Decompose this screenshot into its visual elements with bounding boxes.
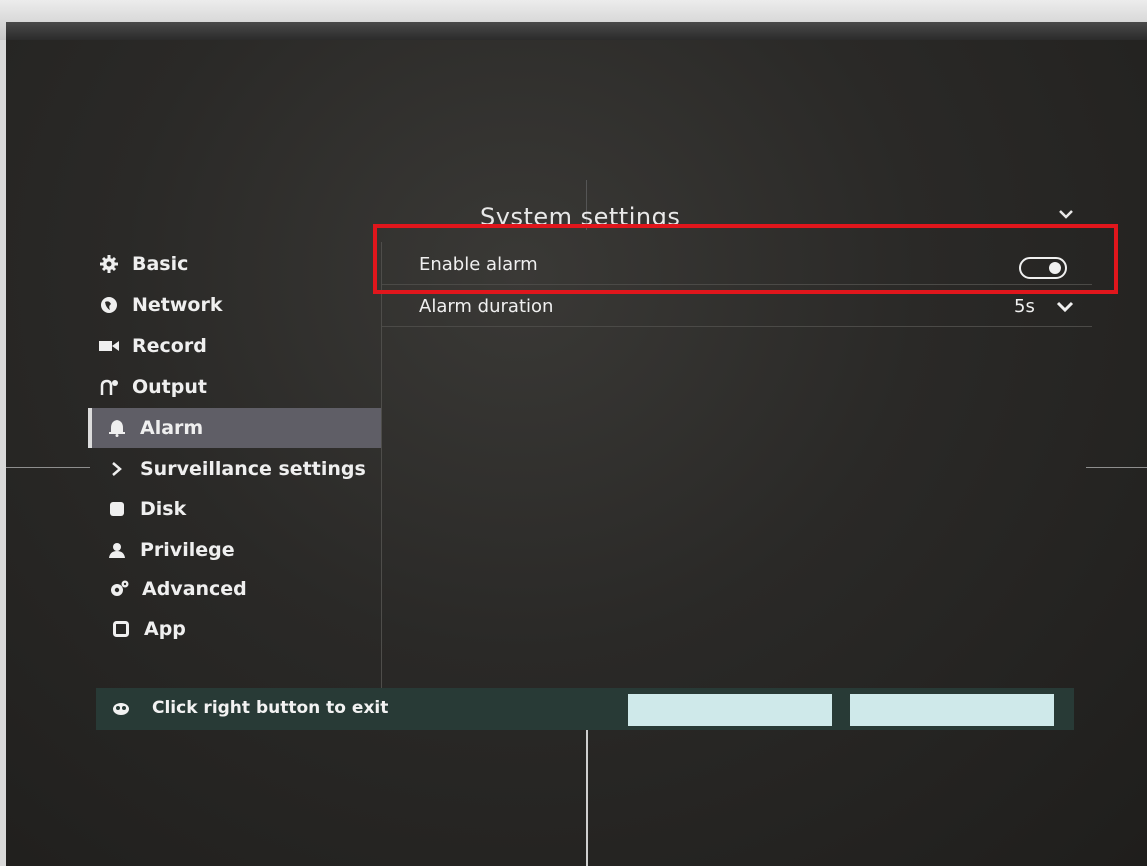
mouse-icon [113,703,129,715]
output-icon [98,376,120,398]
camera-grid-line [586,730,588,866]
camera-grid-line [1086,467,1147,468]
sidebar-item-advanced[interactable]: Advanced [88,569,401,609]
sidebar-item-label: Disk [140,498,187,520]
sidebar-item-privilege[interactable]: Privilege [88,530,399,570]
ok-button[interactable] [628,694,832,726]
square-icon [110,618,132,640]
sidebar-item-label: Basic [132,253,189,275]
sidebar-item-label: Alarm [140,417,204,439]
camera-grid-line [6,467,90,468]
sidebar-item-basic[interactable]: Basic [88,244,391,284]
sidebar-item-network[interactable]: Network [88,285,391,325]
globe-icon [98,294,120,316]
sidebar-item-record[interactable]: Record [88,326,391,366]
bottom-bar: Click right button to exit [96,688,1074,730]
screen-top-edge [6,22,1147,40]
user-icon [106,539,128,561]
sidebar-item-disk[interactable]: Disk [88,489,399,529]
sidebar-item-label: Output [132,376,207,398]
bell-icon [106,417,128,439]
sidebar-item-label: App [144,618,186,640]
sidebar-item-label: Network [132,294,223,316]
sidebar-item-app[interactable]: App [88,609,403,649]
sidebar-item-alarm[interactable]: Alarm [88,408,381,448]
sidebar-item-label: Record [132,335,207,357]
sidebar-item-label: Surveillance settings [140,458,366,480]
alarm-duration-select[interactable]: 5s [1014,296,1035,317]
video-camera-icon [98,335,120,357]
cogs-icon [108,578,130,600]
chevron-down-icon[interactable] [1056,300,1074,314]
sidebar-item-label: Advanced [142,578,247,600]
chevron-right-icon [106,458,128,480]
gear-icon [98,253,120,275]
disk-icon [106,498,128,520]
sidebar-item-label: Privilege [140,539,235,561]
exit-hint: Click right button to exit [152,698,389,718]
sidebar-item-surveillance-settings[interactable]: Surveillance settings [88,449,399,489]
annotation-highlight-box [373,224,1118,294]
chevron-down-icon[interactable] [1058,206,1074,222]
sidebar: Basic Network Record Output Alarm Survei… [88,242,382,690]
sidebar-item-output[interactable]: Output [88,367,391,407]
cancel-button[interactable] [850,694,1054,726]
alarm-duration-label: Alarm duration [419,295,554,317]
